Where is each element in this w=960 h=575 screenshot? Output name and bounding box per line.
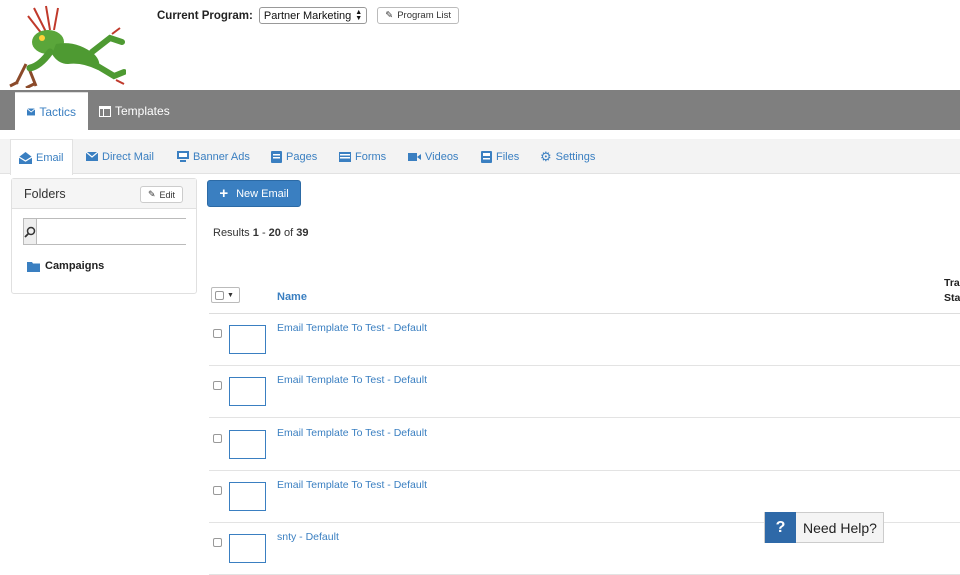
email-thumbnail[interactable]: [229, 377, 266, 406]
email-thumbnail[interactable]: [229, 325, 266, 354]
folder-icon: [27, 261, 40, 272]
sub-nav: Email Direct Mail Banner Ads Pages Forms…: [0, 139, 960, 175]
subnav-videos-label: Videos: [425, 150, 459, 163]
page-icon: [271, 150, 282, 163]
caret-down-icon: ▼: [227, 291, 234, 299]
row-name-link[interactable]: Email Template To Test - Default: [277, 374, 427, 386]
email-thumbnail[interactable]: [229, 482, 266, 511]
subnav-banner-ads[interactable]: Banner Ads: [177, 139, 250, 174]
select-all-dropdown[interactable]: ▼: [211, 287, 240, 303]
subnav-email[interactable]: Email: [10, 139, 73, 175]
results-of: of: [283, 227, 294, 239]
row-name-link[interactable]: Email Template To Test - Default: [277, 427, 427, 439]
subnav-pages[interactable]: Pages: [271, 139, 317, 174]
table-row: Email Template To Test - Default: [209, 419, 960, 471]
row-checkbox[interactable]: [213, 381, 222, 390]
tab-tactics[interactable]: Tactics: [15, 92, 88, 130]
plus-icon: +: [219, 185, 229, 202]
column-header-truncated[interactable]: Tra Sta: [944, 276, 960, 306]
tab-templates-label: Templates: [115, 104, 170, 118]
results-total: 39: [296, 227, 309, 239]
table-header: ▼ Name Tra Sta: [209, 277, 960, 314]
tab-templates[interactable]: Templates: [87, 92, 182, 130]
program-select[interactable]: Partner Marketing ▲ ▼: [258, 7, 368, 24]
envelope-icon: [27, 107, 36, 115]
need-help-widget[interactable]: ? Need Help?: [764, 512, 884, 543]
top-nav: Tactics Templates: [0, 90, 960, 130]
email-thumbnail[interactable]: [229, 534, 266, 563]
need-help-label: Need Help?: [803, 519, 877, 536]
gear-icon: ⚙: [540, 148, 552, 164]
program-list-label: Program List: [397, 10, 452, 21]
app-header: Current Program: Partner Marketing ▲ ▼ ✎ …: [0, 0, 960, 90]
file-icon: [481, 150, 492, 163]
column-header-tra: Tra: [944, 277, 960, 289]
results-prefix: Results: [213, 227, 250, 239]
form-icon: [339, 151, 351, 162]
select-all-checkbox[interactable]: [215, 290, 224, 300]
pencil-icon: ✎: [147, 189, 156, 199]
row-name-link[interactable]: Email Template To Test - Default: [277, 479, 427, 491]
email-thumbnail[interactable]: [229, 430, 266, 459]
open-envelope-icon: [19, 151, 32, 164]
folder-search: [23, 218, 187, 245]
pencil-icon: ✎: [385, 10, 394, 21]
search-icon[interactable]: [24, 219, 37, 244]
subnav-direct-mail-label: Direct Mail: [102, 150, 154, 163]
folder-item-campaigns[interactable]: Campaigns: [27, 260, 104, 272]
folder-search-input[interactable]: [37, 219, 187, 244]
program-bar: Current Program: Partner Marketing ▲ ▼ ✎ …: [157, 7, 460, 24]
folders-edit-label: Edit: [159, 189, 175, 200]
folders-title: Folders: [24, 186, 66, 201]
program-label: Current Program:: [157, 9, 253, 22]
results-count: Results 1 - 20 of 39: [213, 227, 308, 239]
column-header-sta: Sta: [944, 292, 960, 304]
select-arrows-icon: ▲ ▼: [355, 8, 363, 22]
table-row: Email Template To Test - Default: [209, 366, 960, 418]
row-name-link[interactable]: Email Template To Test - Default: [277, 322, 427, 334]
logo-frog-icon: [9, 5, 126, 88]
subnav-direct-mail[interactable]: Direct Mail: [86, 139, 154, 174]
subnav-email-label: Email: [36, 151, 64, 164]
new-email-label: New Email: [236, 187, 289, 200]
folder-item-label: Campaigns: [45, 260, 105, 272]
table-row: Email Template To Test - Default: [209, 314, 960, 366]
row-checkbox[interactable]: [213, 434, 222, 443]
program-select-value: Partner Marketing: [263, 9, 352, 22]
subnav-files-label: Files: [496, 150, 520, 163]
new-email-button[interactable]: + New Email: [207, 180, 301, 207]
results-from: 1: [252, 227, 259, 239]
subnav-banner-ads-label: Banner Ads: [193, 150, 250, 163]
envelope-icon: [86, 152, 98, 161]
subnav-forms-label: Forms: [355, 150, 387, 163]
subnav-files[interactable]: Files: [481, 139, 519, 174]
folders-edit-button[interactable]: ✎ Edit: [139, 186, 183, 203]
tab-tactics-label: Tactics: [39, 104, 76, 119]
row-name-link[interactable]: snty - Default: [277, 531, 339, 543]
subnav-forms[interactable]: Forms: [339, 139, 386, 174]
subnav-settings[interactable]: ⚙ Settings: [540, 139, 595, 174]
subnav-settings-label: Settings: [555, 150, 596, 163]
program-list-button[interactable]: ✎ Program List: [377, 7, 460, 24]
results-to: 20: [268, 227, 281, 239]
question-mark-icon: ?: [765, 512, 796, 543]
video-icon: [408, 152, 421, 161]
row-checkbox[interactable]: [213, 329, 222, 338]
folders-panel: Folders ✎ Edit Campaigns: [11, 178, 197, 294]
monitor-icon: [177, 151, 189, 162]
subnav-pages-label: Pages: [286, 150, 318, 163]
column-header-name[interactable]: Name: [277, 291, 307, 303]
row-checkbox[interactable]: [213, 486, 222, 495]
subnav-videos[interactable]: Videos: [408, 139, 458, 174]
results-dash: -: [261, 227, 266, 239]
table-icon: [99, 105, 111, 117]
